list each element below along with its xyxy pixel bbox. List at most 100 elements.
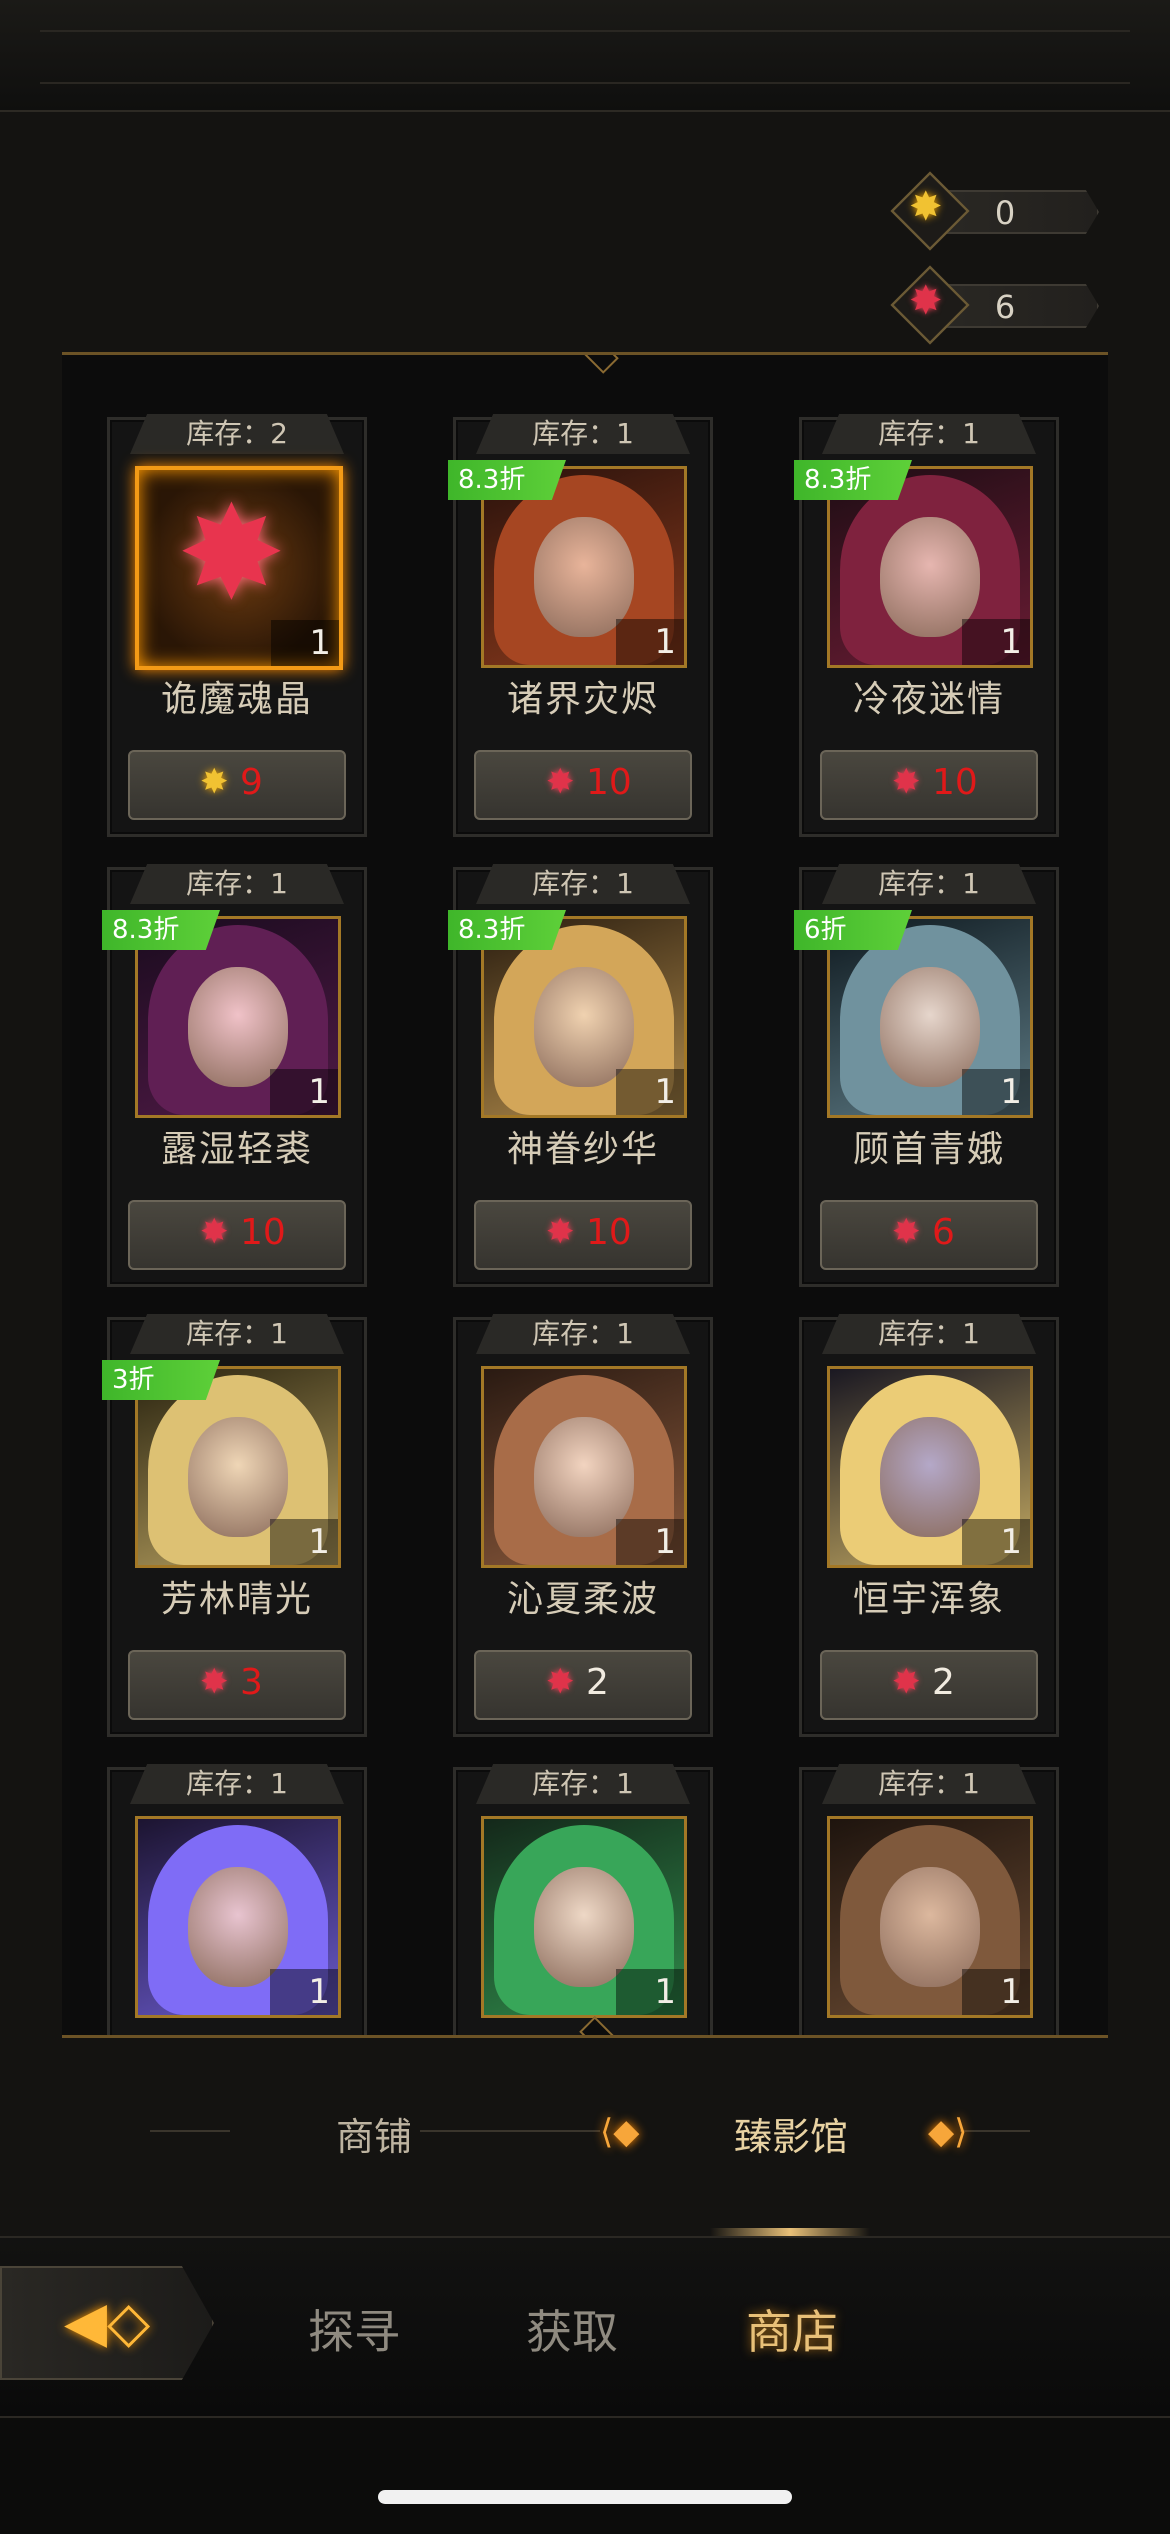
buy-button[interactable]: ✸ 10 [820,750,1038,820]
top-ornament-frame [0,0,1170,112]
item-portrait[interactable]: 1 [481,1816,687,2018]
buy-button[interactable]: ✸ 10 [474,1200,692,1270]
buy-button[interactable]: ✸ 10 [128,1200,346,1270]
bottom-ornament-frame [0,2416,1170,2534]
shop-item-panel[interactable]: 库存：2 ✸ 1 诡魔魂晶 ✸ 9 库存：1 1 8.3折 诸界灾烬 ✸ 10 库存：1 1 8.3折 冷夜迷… [62,352,1108,2038]
item-price: 9 [240,762,263,803]
buy-button[interactable]: ✸ 9 [128,750,346,820]
buy-button[interactable]: ✸ 2 [474,1650,692,1720]
item-stock-label: 库存：1 [130,864,344,904]
discount-badge: 8.3折 [794,460,912,500]
shop-item-card[interactable]: 库存：1 1 [107,1764,367,2035]
item-stock-label: 库存：1 [822,1764,1036,1804]
item-stock-label: 库存：1 [130,1764,344,1804]
item-quantity: 1 [270,1969,338,2015]
item-quantity: 1 [962,1069,1030,1115]
item-name: 诡魔魂晶 [160,679,313,720]
red-star-gem-icon: ✸ [546,1662,575,1702]
item-price: 2 [586,1662,609,1703]
shop-item-card[interactable]: 库存：1 1 8.3折 冷夜迷情 ✸ 10 [794,414,1059,837]
item-name: 恒宇浑象 [852,1579,1005,1620]
red-star-gem-icon: ✸ [892,762,921,802]
nav-explore[interactable]: 探寻 [308,2296,400,2362]
item-stock-label: 库存：1 [476,1314,690,1354]
tab-divider [960,2130,1030,2132]
panel-top-ornament [579,355,619,374]
item-name: 诸界灾烬 [506,679,659,720]
item-portrait[interactable]: 1 [481,1366,687,1568]
currency-gold-value: 0 [994,194,1016,232]
buy-button[interactable]: ✸ 6 [820,1200,1038,1270]
discount-badge: 8.3折 [102,910,220,950]
shop-item-card[interactable]: 库存：1 1 沁夏柔波 ✸ 2 [453,1314,713,1737]
shop-item-card[interactable]: 库存：1 1 8.3折 诸界灾烬 ✸ 10 [448,414,713,837]
item-name: 露湿轻裘 [160,1129,313,1170]
currency-red[interactable]: ✸ 6 [890,265,1105,345]
item-name: 顾首青娥 [852,1129,1005,1170]
red-star-gem-icon: ✸ [892,1662,921,1702]
item-quantity: 1 [270,1069,338,1115]
red-star-gem-icon: ✸ [200,1212,229,1252]
item-portrait[interactable]: 1 [135,1816,341,2018]
item-price: 10 [932,762,978,803]
item-quantity: 1 [616,1069,684,1115]
soul-crystal-icon: ✸ [177,477,286,629]
buy-button[interactable]: ✸ 10 [474,750,692,820]
discount-badge: 6折 [794,910,912,950]
nav-store[interactable]: 商店 [746,2296,838,2362]
item-stock-label: 库存：2 [130,414,344,454]
item-price: 3 [240,1662,263,1703]
currency-gold[interactable]: ✸ 0 [890,171,1105,251]
item-price: 10 [586,762,632,803]
shop-item-card[interactable]: 库存：1 1 6折顾首青娥 ✸ 6 [794,864,1059,1287]
tab-gallery[interactable]: 臻影馆 [734,2106,848,2161]
item-name: 冷夜迷情 [852,679,1005,720]
item-quantity: 1 [962,1969,1030,2015]
shop-item-card[interactable]: 库存：1 1 8.3折 神眷纱华 ✸ 10 [448,864,713,1287]
red-star-gem-icon: ✸ [200,1662,229,1702]
red-star-gem-icon: ✸ [892,1212,921,1252]
item-quantity: 1 [616,1519,684,1565]
red-star-gem-icon: ✸ [546,762,575,802]
item-name: 芳林晴光 [160,1579,313,1620]
shop-item-card[interactable]: 库存：2 ✸ 1 诡魔魂晶 ✸ 9 [107,414,367,837]
tab-left-flourish-icon: ⟨◆ [600,2112,640,2152]
discount-badge: 3折 [102,1360,220,1400]
tab-shop[interactable]: 商铺 [336,2106,412,2161]
item-portrait[interactable]: 1 [827,1816,1033,2018]
item-portrait[interactable]: 1 [827,1366,1033,1568]
item-price: 2 [932,1662,955,1703]
home-indicator[interactable] [378,2490,792,2504]
shop-item-card[interactable]: 库存：1 1 恒宇浑象 ✸ 2 [799,1314,1059,1737]
nav-obtain[interactable]: 获取 [526,2296,618,2362]
tab-divider [420,2130,600,2132]
buy-button[interactable]: ✸ 3 [128,1650,346,1720]
item-name: 神眷纱华 [506,1129,659,1170]
item-quantity: 1 [270,1519,338,1565]
gold-star-gem-icon: ✸ [200,762,229,802]
item-stock-label: 库存：1 [476,1764,690,1804]
item-stock-label: 库存：1 [822,1314,1036,1354]
buy-button[interactable]: ✸ 2 [820,1650,1038,1720]
item-stock-label: 库存：1 [822,864,1036,904]
shop-item-card[interactable]: 库存：1 1 3折 芳林晴光 ✸ 3 [102,1314,367,1737]
item-stock-label: 库存：1 [476,414,690,454]
shop-item-card[interactable]: 库存：1 1 [799,1764,1059,2035]
back-arrow-icon: ◀◇ [64,2290,151,2355]
item-name: 沁夏柔波 [506,1579,659,1620]
shop-tabs: 商铺 ⟨◆ 臻影馆 ◆⟩ [0,2090,1170,2170]
item-stock-label: 库存：1 [130,1314,344,1354]
tab-divider [150,2130,230,2132]
item-stock-label: 库存：1 [476,864,690,904]
item-price: 10 [586,1212,632,1253]
item-quantity: 1 [962,1519,1030,1565]
item-portrait[interactable]: ✸ 1 [135,466,343,670]
shop-item-card[interactable]: 库存：1 1 8.3折露湿轻裘 ✸ 10 [102,864,367,1287]
item-quantity: 1 [962,619,1030,665]
shop-item-card[interactable]: 库存：1 1 [453,1764,713,2035]
back-button[interactable]: ◀◇ [0,2266,214,2380]
tab-right-flourish-icon: ◆⟩ [928,2112,968,2152]
bottom-navigation: ◀◇ 探寻 获取 商店 [0,2228,1170,2418]
item-quantity: 1 [616,1969,684,2015]
item-price: 10 [240,1212,286,1253]
